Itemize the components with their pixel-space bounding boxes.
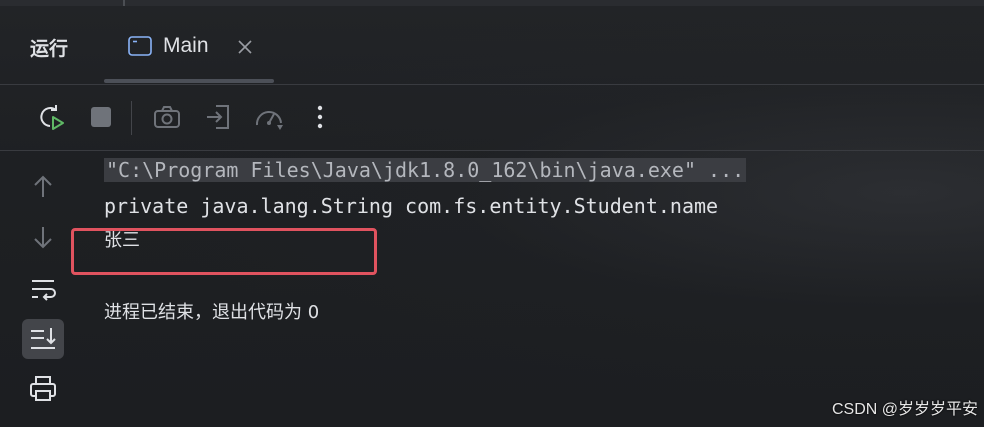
scroll-to-end-button[interactable] (22, 319, 64, 359)
more-options-button[interactable] (305, 101, 337, 133)
arrow-up-icon (34, 175, 52, 197)
login-arrow-icon (207, 105, 229, 129)
tab-main-label: Main (163, 34, 209, 57)
printer-icon (30, 376, 56, 401)
run-tool-window: 运行 Main "C:\Program Files\Java\jdk1.8.0_… (0, 0, 984, 427)
tool-window-header: 运行 Main (0, 6, 984, 85)
down-stack-button[interactable] (22, 217, 64, 257)
arrow-down-icon (34, 227, 52, 249)
console-line-output: private java.lang.String com.fs.entity.S… (104, 194, 719, 218)
screenshot-button[interactable] (151, 101, 183, 133)
up-stack-button[interactable] (22, 167, 64, 207)
restore-layout-button[interactable] (202, 101, 234, 133)
toolbar-divider (131, 101, 132, 135)
print-button[interactable] (22, 369, 64, 409)
profiler-button[interactable] (253, 101, 285, 133)
close-icon[interactable] (236, 38, 254, 56)
tab-active-indicator (104, 79, 274, 83)
soft-wrap-icon (32, 280, 56, 301)
command-line-text[interactable]: "C:\Program Files\Java\jdk1.8.0_162\bin\… (104, 158, 747, 182)
speedometer-icon (255, 111, 283, 130)
panel-title: 运行 (30, 38, 69, 60)
stop-button[interactable] (86, 101, 118, 133)
console-line-command: "C:\Program Files\Java\jdk1.8.0_162\bin\… (104, 155, 747, 185)
camera-icon (154, 106, 180, 128)
rerun-button[interactable] (34, 101, 66, 133)
annotation-highlight-box (71, 228, 377, 275)
vertical-ellipsis-icon (317, 105, 323, 129)
console-window-icon (128, 36, 152, 56)
soft-wrap-button[interactable] (22, 269, 64, 309)
console-side-toolbar (0, 151, 88, 427)
console-line-exit-status: 进程已结束，退出代码为 0 (104, 302, 320, 323)
stop-icon (91, 107, 111, 127)
console-output[interactable]: "C:\Program Files\Java\jdk1.8.0_162\bin\… (104, 151, 984, 427)
tab-main[interactable]: Main (112, 24, 272, 84)
run-toolbar (0, 85, 984, 151)
watermark: CSDN @岁岁岁平安 (831, 401, 978, 418)
scroll-to-end-icon (31, 328, 56, 349)
rerun-icon (40, 105, 64, 130)
